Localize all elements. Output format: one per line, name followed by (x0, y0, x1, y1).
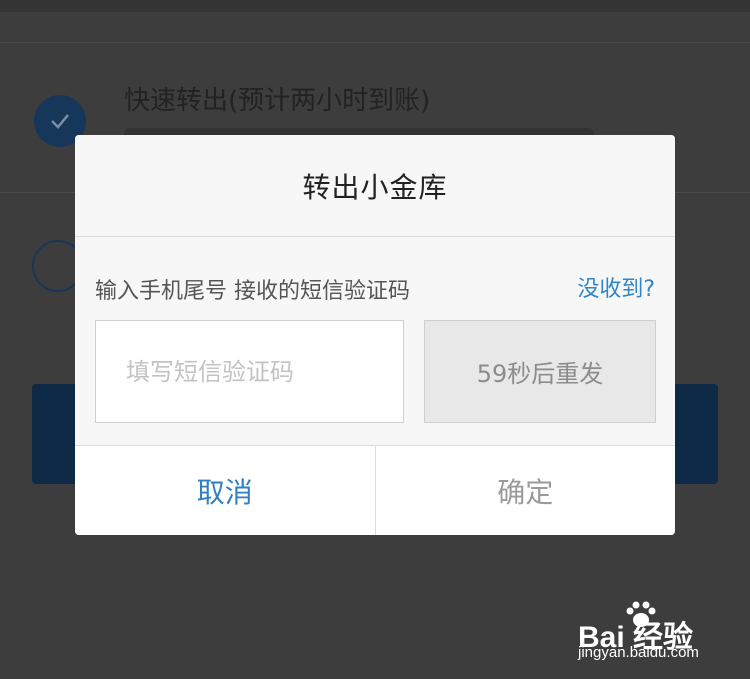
baidu-jingyan-watermark: Bai 经验 jingyan.baidu.com (578, 600, 738, 670)
dialog-body: 输入手机尾号 接收的短信验证码 没收到? 59秒后重发 (75, 237, 675, 445)
top-bar (0, 0, 750, 12)
watermark-url: jingyan.baidu.com (578, 644, 699, 661)
checkmark-icon (51, 114, 69, 129)
option-fast-transfer-title: 快速转出(预计两小时到账) (124, 86, 431, 116)
app-screen: 快速转出(预计两小时到账) 转出小金库 输入手机尾号 接收的短信验证码 没收到?… (0, 0, 750, 679)
confirm-button[interactable]: 确定 (376, 446, 676, 535)
resend-countdown-button[interactable]: 59秒后重发 (424, 320, 656, 423)
sms-hint-text: 输入手机尾号 接收的短信验证码 (95, 279, 410, 304)
dialog-header: 转出小金库 (75, 135, 675, 237)
cancel-button[interactable]: 取消 (75, 446, 376, 535)
divider (0, 42, 750, 43)
dialog-title: 转出小金库 (302, 170, 448, 204)
sms-verification-dialog: 转出小金库 输入手机尾号 接收的短信验证码 没收到? 59秒后重发 取消 确定 (75, 135, 675, 535)
not-received-link[interactable]: 没收到? (577, 271, 655, 303)
dialog-footer: 取消 确定 (75, 445, 675, 535)
sms-code-input[interactable] (95, 320, 404, 423)
